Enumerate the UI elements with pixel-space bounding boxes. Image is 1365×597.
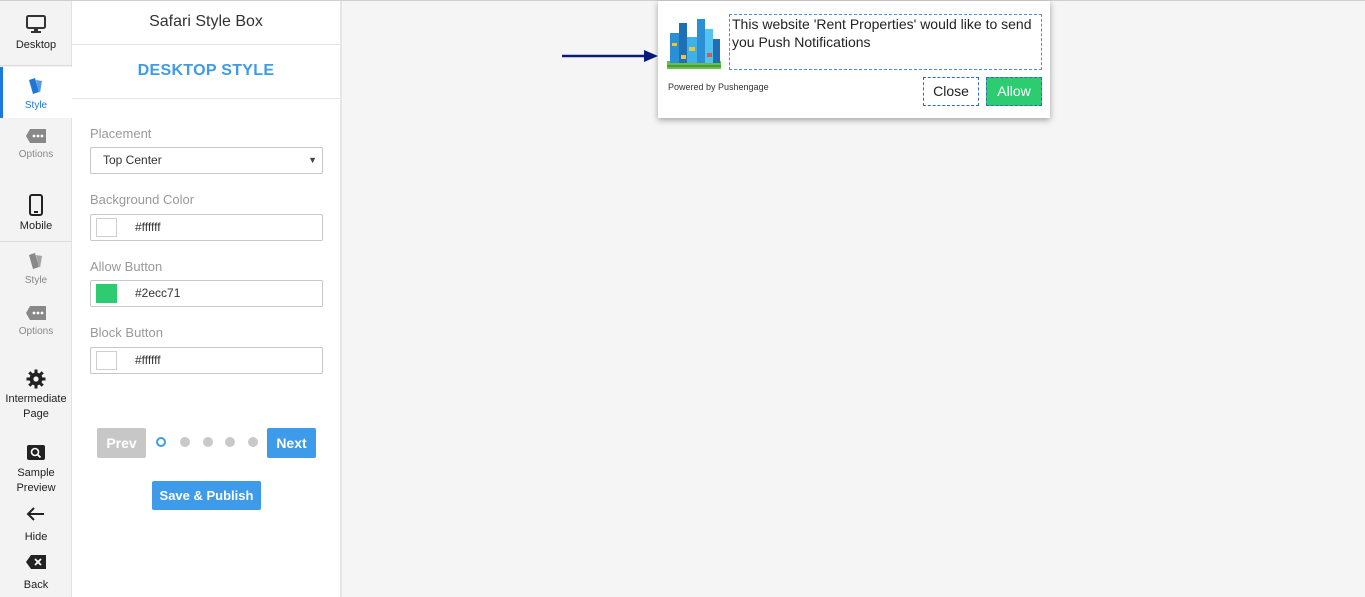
panel-subtitle: DESKTOP STYLE [72,45,340,99]
nav-intermediate-label-1: Intermediate [5,393,67,405]
nav-sample-label-2: Preview [16,482,56,494]
preview-search-icon [27,445,45,460]
placement-select[interactable]: Top Center ▼ [90,147,323,174]
background-color-swatch[interactable] [96,218,117,237]
nav-intermediate-page[interactable]: Intermediate Page [0,369,72,422]
nav-desktop-style[interactable]: Style [0,67,72,118]
nav-sample-label-1: Sample [17,467,55,479]
nav-desktop-options-label: Options [18,149,54,160]
notification-message[interactable]: This website 'Rent Properties' would lik… [729,14,1042,70]
settings-panel: Safari Style Box DESKTOP STYLE Placement… [72,1,342,597]
nav-desktop-label: Desktop [15,39,57,51]
nav-hide-label: Hide [24,531,48,543]
desktop-icon [26,15,46,33]
block-button-color-value: #ffffff [135,353,161,367]
prev-button[interactable]: Prev [97,428,146,458]
nav-intermediate-label-2: Page [23,408,49,420]
powered-by-text: Powered by Pushengage [668,82,769,92]
options-tag-icon [26,129,46,143]
nav-sample-preview[interactable]: Sample Preview [0,444,72,496]
allow-button-color-swatch[interactable] [96,284,117,303]
nav-back[interactable]: Back [0,554,72,593]
step-dot[interactable] [248,437,258,447]
options-tag-icon [26,306,46,320]
paint-swatch-icon [29,78,42,94]
allow-button-label: Allow Button [90,259,163,274]
close-button[interactable]: Close [923,77,979,106]
nav-mobile-style[interactable]: Style [0,252,72,288]
block-button-color-input[interactable]: #ffffff [90,347,323,374]
allow-button-color-value: #2ecc71 [135,286,181,300]
background-color-value: #ffffff [135,220,161,234]
arrow-left-icon [26,507,44,521]
nav-mobile-style-label: Style [24,275,48,286]
nav-mobile-options-label: Options [18,326,54,337]
nav-desktop-style-label: Style [24,100,48,111]
placement-label: Placement [90,126,152,141]
mobile-icon [29,194,43,216]
nav-mobile[interactable]: Mobile [0,194,72,234]
nav-mobile-options[interactable]: Options [0,305,72,339]
step-dot[interactable] [225,437,235,447]
nav-desktop[interactable]: Desktop [0,14,72,53]
save-publish-button[interactable]: Save & Publish [152,481,261,510]
gear-icon [26,369,46,389]
notification-preview: This website 'Rent Properties' would lik… [658,1,1050,118]
rail-divider [0,65,72,66]
caret-down-icon: ▼ [308,155,317,165]
paint-swatch-icon [29,253,42,269]
pointer-arrow-icon [562,50,658,62]
city-buildings-icon [667,13,721,69]
nav-mobile-label: Mobile [19,220,53,232]
step-dot[interactable] [156,437,166,447]
nav-back-label: Back [23,579,49,591]
rail-divider [0,241,72,242]
next-button[interactable]: Next [267,428,316,458]
allow-button-color-input[interactable]: #2ecc71 [90,280,323,307]
backspace-icon [26,555,46,569]
allow-button[interactable]: Allow [986,77,1042,106]
nav-hide[interactable]: Hide [0,506,72,545]
block-button-label: Block Button [90,325,163,340]
step-dot[interactable] [203,437,213,447]
background-color-input[interactable]: #ffffff [90,214,323,241]
left-nav-rail: Desktop Style Options Mobile Style Optio… [0,1,72,597]
placement-value: Top Center [103,153,162,167]
nav-desktop-options[interactable]: Options [0,128,72,162]
block-button-color-swatch[interactable] [96,351,117,370]
step-dot[interactable] [180,437,190,447]
panel-title: Safari Style Box [72,1,340,45]
background-color-label: Background Color [90,192,195,207]
